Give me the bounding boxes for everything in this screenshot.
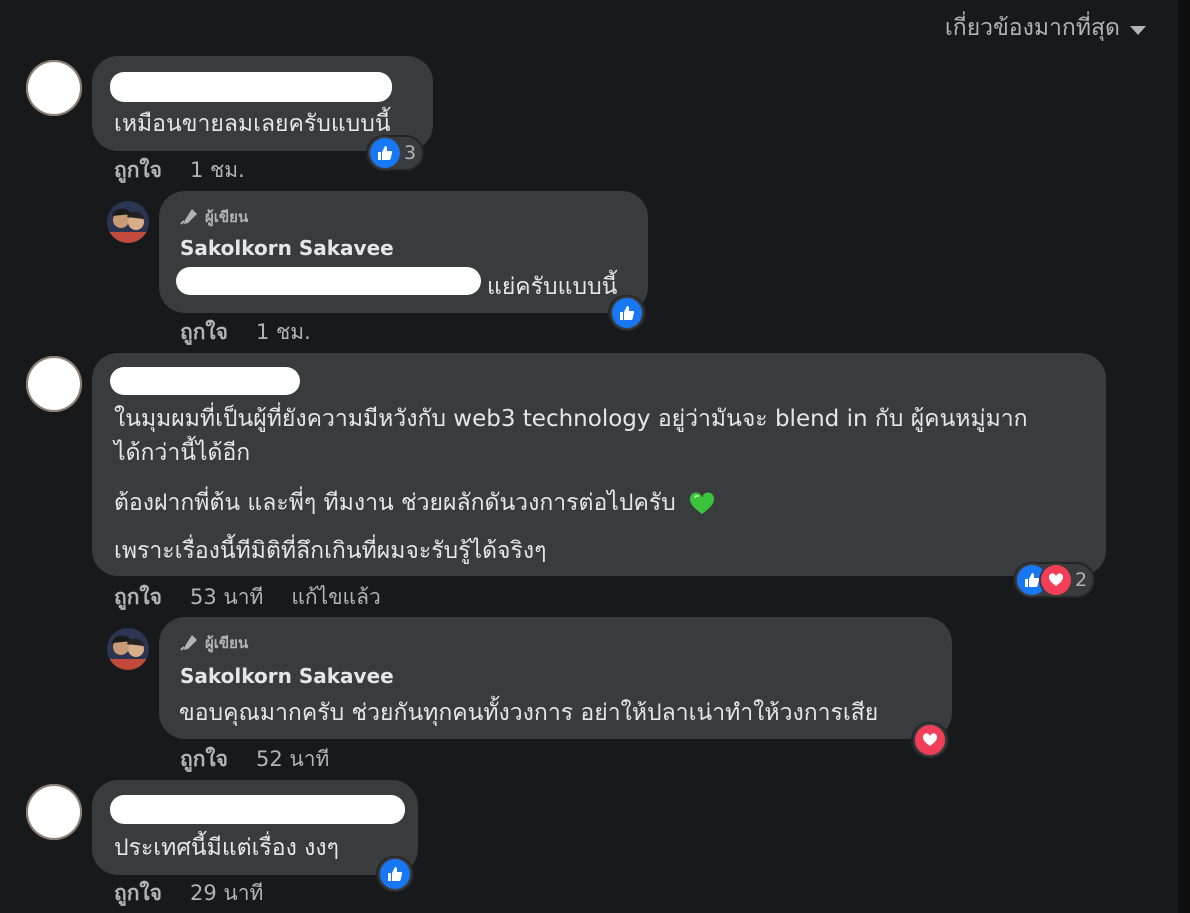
sort-label: เกี่ยวข้องมากที่สุด: [944, 15, 1120, 41]
love-reaction-icon: [1041, 565, 1071, 595]
reaction-count: 3: [404, 142, 417, 164]
reply-text: แย่ครับแบบนี้: [487, 274, 618, 300]
reply-text: ขอบคุณมากครับ ช่วยกันทุกคนทั้งวงการ อย่า…: [179, 700, 879, 726]
comment-meta: ถูกใจ 1 ชม.: [114, 154, 245, 187]
reaction-summary[interactable]: 3: [368, 137, 423, 169]
like-button[interactable]: ถูกใจ: [180, 743, 228, 776]
timestamp[interactable]: 29 นาที: [190, 877, 263, 910]
comment-text-line: เพราะเรื่องนี้ทีมิติที่ลึกเกินที่ผมจะรับ…: [114, 538, 547, 564]
timestamp[interactable]: 53 นาที: [190, 581, 263, 614]
commenter-name[interactable]: Sakolkorn Sakavee: [180, 664, 394, 688]
like-reaction-icon: [370, 138, 400, 168]
reply-bubble: ผู้เขียน Sakolkorn Sakavee แย่ครับแบบนี้: [159, 191, 648, 313]
timestamp[interactable]: 52 นาที: [256, 743, 329, 776]
comment-bubble: ประเทศนี้มีแต่เรื่อง งงๆ: [92, 780, 418, 875]
reply-meta: ถูกใจ 1 ชม.: [180, 316, 311, 349]
author-avatar[interactable]: [107, 201, 149, 243]
author-avatar[interactable]: [107, 628, 149, 670]
author-badge-label: ผู้เขียน: [205, 634, 249, 652]
author-badge: ผู้เขียน: [179, 631, 248, 655]
avatar[interactable]: [26, 356, 82, 412]
sort-dropdown[interactable]: เกี่ยวข้องมากที่สุด: [945, 10, 1146, 46]
like-reaction-icon: [380, 859, 410, 889]
reply-bubble: ผู้เขียน Sakolkorn Sakavee ขอบคุณมากครับ…: [159, 617, 952, 739]
comment-text-line: ต้องฝากพี่ต้น และพี่ๆ ทีมงาน ช่วยผลักดัน…: [114, 485, 715, 521]
avatar[interactable]: [26, 60, 82, 116]
reaction-count: 2: [1075, 569, 1088, 591]
comment-text: ประเทศนี้มีแต่เรื่อง งงๆ: [114, 835, 339, 861]
caret-down-icon: [1130, 25, 1146, 35]
like-button[interactable]: ถูกใจ: [114, 154, 162, 187]
green-heart-icon: [690, 491, 715, 514]
reaction-summary[interactable]: 2: [1015, 564, 1094, 596]
author-badge: ผู้เขียน: [179, 205, 248, 229]
scrollbar-track[interactable]: [1178, 0, 1190, 913]
comment-meta: ถูกใจ 29 นาที: [114, 877, 263, 910]
redacted-text: [176, 267, 481, 295]
edited-label[interactable]: แก้ไขแล้ว: [291, 581, 380, 614]
microphone-icon: [180, 209, 197, 225]
avatar[interactable]: [26, 784, 82, 840]
author-badge-label: ผู้เขียน: [205, 208, 249, 226]
reply-meta: ถูกใจ 52 นาที: [180, 743, 329, 776]
redacted-name: [110, 72, 392, 102]
reaction-summary[interactable]: [378, 858, 412, 890]
reaction-summary[interactable]: [913, 724, 947, 756]
like-button[interactable]: ถูกใจ: [180, 316, 228, 349]
like-button[interactable]: ถูกใจ: [114, 581, 162, 614]
reaction-summary[interactable]: [610, 297, 644, 329]
like-reaction-icon: [612, 298, 642, 328]
comment-text-line-content: ต้องฝากพี่ต้น และพี่ๆ ทีมงาน ช่วยผลักดัน…: [114, 490, 676, 516]
comment-meta: ถูกใจ 53 นาที แก้ไขแล้ว: [114, 581, 381, 614]
love-reaction-icon: [915, 725, 945, 755]
redacted-name: [110, 367, 300, 395]
comment-text-line: ได้กว่านี้ได้อีก: [114, 440, 251, 466]
comment-text: เหมือนขายลมเลยครับแบบนี้: [114, 111, 391, 137]
comment-bubble: ในมุมผมที่เป็นผู้ที่ยังความมีหวังกับ web…: [92, 353, 1106, 576]
like-button[interactable]: ถูกใจ: [114, 877, 162, 910]
commenter-name[interactable]: Sakolkorn Sakavee: [180, 236, 394, 260]
microphone-icon: [180, 635, 197, 651]
comment-text-line: ในมุมผมที่เป็นผู้ที่ยังความมีหวังกับ web…: [114, 406, 1028, 432]
redacted-name: [110, 795, 405, 824]
timestamp[interactable]: 1 ชม.: [190, 154, 245, 187]
timestamp[interactable]: 1 ชม.: [256, 316, 311, 349]
